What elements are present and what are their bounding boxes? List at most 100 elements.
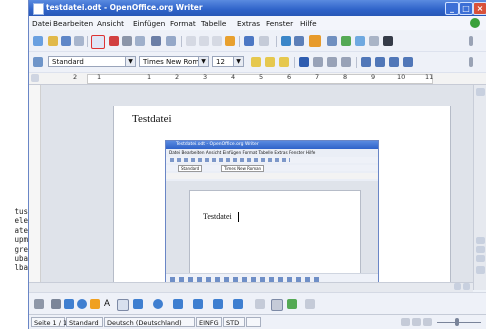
- justify-icon[interactable]: [341, 57, 351, 67]
- numbering-icon[interactable]: [361, 57, 371, 67]
- scroll-up-icon[interactable]: [476, 88, 485, 96]
- redo-icon[interactable]: [259, 36, 269, 46]
- insert-mode-indicator[interactable]: EINFG: [196, 317, 222, 327]
- block-arrows-icon[interactable]: [173, 299, 183, 309]
- menu-tabelle[interactable]: Tabelle: [201, 19, 226, 28]
- callouts-icon[interactable]: [213, 299, 223, 309]
- close-button[interactable]: ×: [473, 2, 486, 15]
- navigation-icon[interactable]: [476, 246, 485, 253]
- navigator-icon[interactable]: [341, 36, 351, 46]
- paste-icon[interactable]: [212, 36, 222, 46]
- extrusion-icon[interactable]: [305, 299, 315, 309]
- close-document-icon[interactable]: [470, 18, 480, 28]
- text-tool-icon[interactable]: A: [104, 298, 110, 308]
- callout-icon[interactable]: [117, 299, 129, 311]
- page-preview-icon[interactable]: [135, 36, 145, 46]
- maximize-button[interactable]: □: [459, 2, 473, 15]
- chevron-down-icon[interactable]: ▼: [198, 57, 208, 66]
- data-sources-icon[interactable]: [369, 36, 379, 46]
- scroll-down-icon[interactable]: [476, 266, 485, 274]
- align-right-icon[interactable]: [327, 57, 337, 67]
- align-left-icon[interactable]: [299, 57, 309, 67]
- menu-extras[interactable]: Extras: [237, 19, 260, 28]
- show-draw-functions-icon[interactable]: [309, 35, 321, 47]
- vertical-ruler[interactable]: [29, 85, 41, 290]
- basic-shapes-icon[interactable]: [133, 299, 143, 309]
- vertical-scrollbar[interactable]: [473, 85, 486, 290]
- copy-icon[interactable]: [199, 36, 209, 46]
- format-paintbrush-icon[interactable]: [225, 36, 235, 46]
- tab-stop-type-icon[interactable]: [31, 74, 39, 82]
- title-bar[interactable]: testdatei.odt - OpenOffice.org Writer _ …: [29, 0, 486, 16]
- chevron-down-icon[interactable]: ▼: [125, 57, 135, 66]
- zoom-slider[interactable]: [437, 322, 481, 323]
- print-icon[interactable]: [122, 36, 132, 46]
- save-icon[interactable]: [61, 36, 71, 46]
- italic-icon[interactable]: [265, 57, 275, 67]
- menu-format[interactable]: Format: [170, 19, 196, 28]
- spellcheck-icon[interactable]: [151, 36, 161, 46]
- embedded-screenshot[interactable]: Testdatei.odt - OpenOffice.org Writer Da…: [165, 140, 379, 290]
- line-icon[interactable]: [51, 299, 61, 309]
- autospellcheck-icon[interactable]: [166, 36, 176, 46]
- language-indicator[interactable]: Deutsch (Deutschland): [104, 317, 195, 327]
- find-replace-icon[interactable]: [327, 36, 337, 46]
- stars-icon[interactable]: [233, 299, 243, 309]
- underline-icon[interactable]: [279, 57, 289, 67]
- table-icon[interactable]: [294, 36, 304, 46]
- menu-ansicht[interactable]: Ansicht: [97, 19, 124, 28]
- toolbar-overflow-icon[interactable]: [469, 57, 473, 67]
- page-style-indicator[interactable]: Standard: [66, 317, 103, 327]
- fontwork-icon[interactable]: [271, 299, 283, 311]
- zoom-slider-thumb[interactable]: [455, 318, 459, 326]
- from-file-icon[interactable]: [287, 299, 297, 309]
- document-modified-indicator[interactable]: [246, 317, 261, 327]
- scroll-left-icon[interactable]: [454, 283, 461, 290]
- bullets-icon[interactable]: [375, 57, 385, 67]
- single-page-view-icon[interactable]: [401, 318, 410, 326]
- page-indicator[interactable]: Seite 1 / 1: [31, 317, 67, 327]
- points-icon[interactable]: [255, 299, 265, 309]
- menu-einfuegen[interactable]: Einfügen: [133, 19, 165, 28]
- hyperlink-icon[interactable]: [281, 36, 291, 46]
- previous-page-icon[interactable]: [476, 237, 485, 244]
- ellipse-icon[interactable]: [77, 299, 87, 309]
- font-size-select[interactable]: 12 ▼: [212, 56, 244, 67]
- email-icon[interactable]: [74, 36, 84, 46]
- multi-page-view-icon[interactable]: [412, 318, 421, 326]
- menu-bearbeiten[interactable]: Bearbeiten: [53, 19, 93, 28]
- book-view-icon[interactable]: [423, 318, 432, 326]
- scroll-right-icon[interactable]: [463, 283, 470, 290]
- open-icon[interactable]: [48, 36, 58, 46]
- undo-icon[interactable]: [244, 36, 254, 46]
- freeform-line-icon[interactable]: [90, 299, 100, 309]
- selection-mode-indicator[interactable]: STD: [223, 317, 245, 327]
- flowcharts-icon[interactable]: [193, 299, 203, 309]
- decrease-indent-icon[interactable]: [389, 57, 399, 67]
- menu-fenster[interactable]: Fenster: [266, 19, 293, 28]
- nonprinting-characters-icon[interactable]: [383, 36, 393, 46]
- bold-icon[interactable]: [251, 57, 261, 67]
- minimize-button[interactable]: _: [445, 2, 459, 15]
- menu-hilfe[interactable]: Hilfe: [300, 19, 317, 28]
- cut-icon[interactable]: [186, 36, 196, 46]
- rectangle-icon[interactable]: [64, 299, 74, 309]
- menu-datei[interactable]: Datei: [32, 19, 51, 28]
- horizontal-scrollbar[interactable]: [29, 282, 473, 292]
- align-center-icon[interactable]: [313, 57, 323, 67]
- document-heading[interactable]: Testdatei: [132, 113, 172, 125]
- toolbar-overflow-icon[interactable]: [469, 36, 473, 46]
- font-name-select[interactable]: Times New Roman ▼: [139, 56, 209, 67]
- chevron-down-icon[interactable]: ▼: [233, 57, 243, 66]
- paragraph-style-select[interactable]: Standard ▼: [48, 56, 136, 67]
- increase-indent-icon[interactable]: [403, 57, 413, 67]
- horizontal-ruler[interactable]: 2 1 1 2 3 4 5 6 7 8 9 10 11: [29, 73, 486, 85]
- new-document-icon[interactable]: [33, 36, 43, 46]
- select-pointer-icon[interactable]: [34, 299, 44, 309]
- edit-file-icon[interactable]: [91, 35, 105, 49]
- styles-formatting-icon[interactable]: [33, 57, 43, 67]
- export-pdf-icon[interactable]: [109, 36, 119, 46]
- symbol-shapes-icon[interactable]: [153, 299, 163, 309]
- next-page-icon[interactable]: [476, 255, 485, 262]
- gallery-icon[interactable]: [355, 36, 365, 46]
